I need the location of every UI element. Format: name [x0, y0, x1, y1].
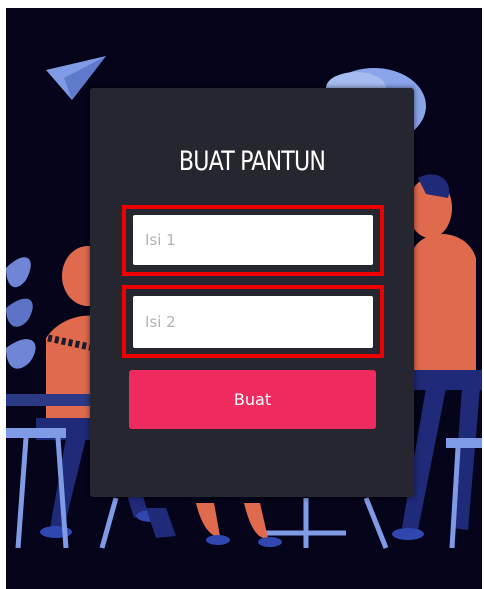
page-background: BUAT PANTUN Buat — [6, 8, 482, 589]
buat-button[interactable]: Buat — [129, 370, 376, 429]
pantun-form-card: BUAT PANTUN Buat — [90, 88, 414, 497]
isi-1-input[interactable] — [133, 215, 373, 265]
isi-2-input[interactable] — [133, 296, 373, 348]
field2-highlight — [122, 285, 384, 358]
field1-highlight — [122, 205, 384, 276]
form-title: BUAT PANTUN — [178, 146, 326, 177]
